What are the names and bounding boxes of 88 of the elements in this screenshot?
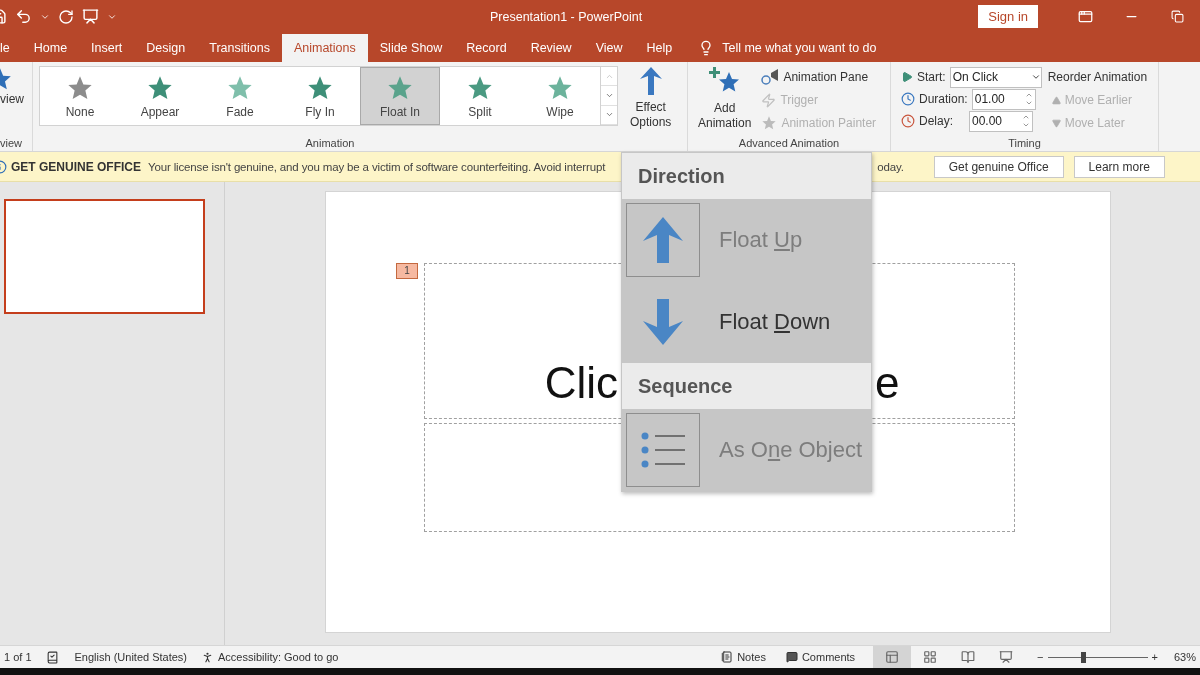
slideshow-icon bbox=[999, 650, 1014, 664]
lightning-icon bbox=[761, 92, 777, 108]
ribbon-tab[interactable]: le bbox=[0, 33, 22, 62]
comment-icon bbox=[785, 651, 798, 663]
animation-option[interactable]: Wipe bbox=[520, 67, 600, 125]
chevron-up-icon[interactable] bbox=[1022, 113, 1030, 121]
ribbon-tab[interactable]: View bbox=[583, 33, 635, 62]
comments-button[interactable]: Comments bbox=[785, 651, 856, 663]
preview-button[interactable]: view bbox=[0, 66, 24, 107]
language-label[interactable]: English (United States) bbox=[74, 651, 188, 663]
chevron-up-icon[interactable] bbox=[1024, 91, 1033, 99]
ribbon-tab[interactable]: Insert bbox=[79, 33, 135, 62]
animation-option[interactable]: Split bbox=[440, 67, 520, 125]
delay-field[interactable]: 00.00 bbox=[969, 110, 1033, 132]
clock-icon bbox=[901, 92, 915, 106]
ribbon-tab[interactable]: Design bbox=[134, 33, 198, 62]
get-genuine-button[interactable]: Get genuine Office bbox=[933, 155, 1064, 178]
redo-icon[interactable] bbox=[58, 8, 74, 25]
animation-option[interactable]: Appear bbox=[120, 67, 200, 125]
animation-option[interactable]: Fade bbox=[200, 67, 280, 125]
menu-heading: Sequence bbox=[637, 373, 734, 399]
list-icon bbox=[641, 432, 685, 468]
animation-option[interactable]: Fly In bbox=[280, 67, 360, 125]
undo-icon[interactable] bbox=[15, 8, 32, 25]
group-label: Timing bbox=[1007, 136, 1042, 151]
menu-heading: Direction bbox=[637, 163, 726, 189]
window-title: Presentation1 - PowerPoint bbox=[490, 9, 644, 24]
slide-thumbnail[interactable] bbox=[4, 199, 205, 314]
slider-thumb[interactable] bbox=[1080, 651, 1086, 663]
spelling-icon[interactable] bbox=[45, 650, 59, 664]
group-label: Animation bbox=[304, 136, 356, 151]
notice-message: Your license isn't genuine, and you may be a victim of software counterfeiting. Avoid interrupt bbox=[148, 160, 606, 173]
animation-option[interactable]: None bbox=[40, 67, 120, 125]
command-button[interactable]: Animation Pane bbox=[761, 68, 877, 86]
reorder-title: Reorder Animation bbox=[1047, 69, 1148, 86]
pane-icon bbox=[761, 69, 780, 85]
menu-item[interactable]: Float Down bbox=[622, 281, 871, 363]
slide-title: Clic bbox=[544, 358, 618, 408]
ribbon-tab[interactable]: Transitions bbox=[197, 33, 282, 62]
group-label: Advanced Animation bbox=[737, 136, 841, 151]
learn-more-button[interactable]: Learn more bbox=[1073, 155, 1165, 178]
star-icon bbox=[761, 115, 778, 131]
presentation-icon[interactable] bbox=[82, 8, 99, 25]
ribbon-tab[interactable]: Review bbox=[518, 33, 584, 62]
menu-item-label: As One Object bbox=[719, 437, 863, 463]
triangle-down-icon bbox=[1051, 118, 1061, 128]
ribbon-tab[interactable]: Home bbox=[21, 33, 80, 62]
zoom-in-button[interactable]: + bbox=[1151, 651, 1158, 663]
grid-view-icon bbox=[923, 650, 938, 664]
clock-icon bbox=[901, 114, 915, 128]
notice-title: GET GENUINE OFFICE bbox=[11, 159, 141, 174]
zoom-out-button[interactable]: − bbox=[1037, 651, 1044, 663]
menu-item-label: Float Up bbox=[719, 227, 803, 253]
ribbon-tab[interactable]: Help bbox=[634, 33, 685, 62]
ribbon-tab[interactable]: Record bbox=[454, 33, 519, 62]
slide-counter: 1 of 1 bbox=[4, 651, 32, 663]
field-label: Duration: bbox=[919, 92, 968, 106]
play-icon bbox=[901, 71, 913, 83]
ribbon-tab[interactable]: Animations bbox=[281, 34, 368, 62]
group-label: view bbox=[0, 136, 23, 151]
reading-view-icon bbox=[961, 650, 976, 664]
accessibility-label[interactable]: Accessibility: Good to go bbox=[218, 651, 339, 663]
triangle-up-icon bbox=[1051, 95, 1061, 105]
start-dropdown[interactable]: On Click bbox=[949, 66, 1042, 88]
chevron-down-icon[interactable] bbox=[1022, 121, 1030, 129]
tell-me-field[interactable]: Tell me what you want to do bbox=[722, 40, 877, 55]
chevron-down-icon[interactable] bbox=[1024, 99, 1033, 107]
slide-title: e bbox=[875, 358, 900, 408]
view-button[interactable] bbox=[873, 646, 912, 668]
notes-button[interactable]: Notes bbox=[721, 651, 766, 663]
animation-badge: 1 bbox=[396, 263, 418, 279]
menu-item-label: Float Down bbox=[719, 309, 831, 335]
sign-in-button[interactable]: Sign in bbox=[978, 5, 1038, 28]
notes-icon bbox=[721, 651, 734, 663]
field-label: Start: bbox=[917, 70, 946, 84]
field-label: Delay: bbox=[919, 114, 954, 128]
ribbon-tab[interactable]: Slide Show bbox=[367, 33, 455, 62]
zoom-level[interactable]: 63% bbox=[1173, 651, 1196, 663]
duration-field[interactable]: 01.00 bbox=[971, 88, 1036, 110]
notice-message: oday. bbox=[877, 160, 904, 173]
effect-options-button[interactable]: Effect Options bbox=[624, 66, 678, 130]
up-arrow-icon bbox=[641, 215, 685, 265]
down-arrow-icon bbox=[641, 297, 685, 347]
normal-view-icon bbox=[885, 650, 900, 664]
animation-option[interactable]: Float In bbox=[360, 67, 440, 125]
up-arrow-icon bbox=[638, 66, 663, 96]
chevron-down-icon bbox=[1030, 72, 1041, 82]
add-animation-button[interactable]: Add Animation bbox=[688, 66, 758, 131]
